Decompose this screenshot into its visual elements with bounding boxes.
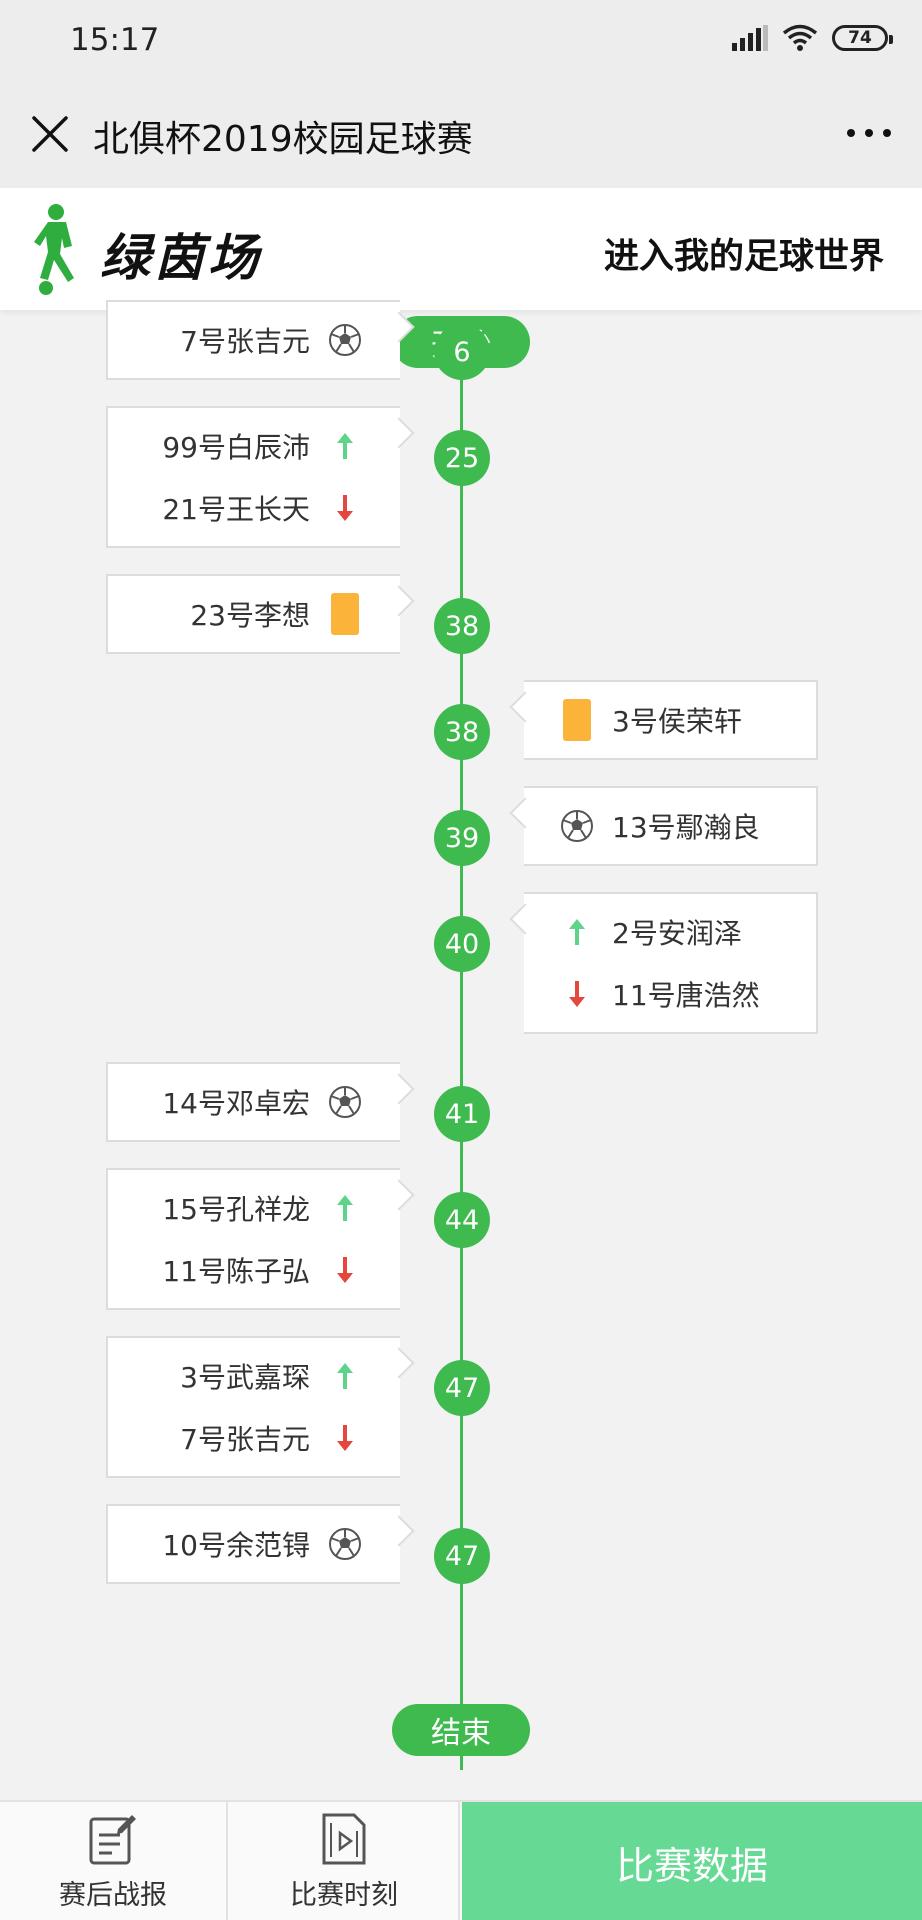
event-row: 15号孔祥龙 — [108, 1177, 400, 1239]
event-card[interactable]: 99号白辰沛 21号王长天 — [106, 406, 415, 548]
player-label: 2号安润泽 — [612, 917, 742, 950]
event-minute-badge: 39 — [434, 810, 490, 866]
player-label: 99号白辰沛 — [162, 431, 310, 464]
yellow-card-icon — [560, 699, 594, 741]
event-row: 2号安润泽 — [524, 901, 816, 963]
close-icon — [32, 116, 68, 152]
player-label: 7号张吉元 — [180, 325, 310, 358]
soccer-ball-icon — [328, 1527, 362, 1561]
event-minute-badge: 47 — [434, 1528, 490, 1584]
report-edit-icon — [89, 1815, 136, 1865]
signal-icon — [732, 25, 768, 51]
sub-in-arrow-icon — [560, 915, 594, 949]
event-minute-badge: 38 — [434, 704, 490, 760]
event-minute-badge: 41 — [434, 1086, 490, 1142]
event-row: 7号张吉元 — [108, 1407, 400, 1469]
match-moments-label: 比赛时刻 — [290, 1880, 398, 1911]
player-label: 3号侯荣轩 — [612, 705, 742, 738]
sub-in-arrow-icon — [328, 429, 362, 463]
timeline-end: 结束 — [392, 1704, 530, 1756]
brand-header: 绿茵场 进入我的足球世界 — [0, 188, 922, 310]
brand-slogan: 进入我的足球世界 — [603, 237, 884, 277]
soccer-ball-icon — [328, 1085, 362, 1119]
event-minute-badge: 6 — [434, 324, 490, 380]
event-row: 3号武嘉琛 — [108, 1345, 400, 1407]
match-data-button[interactable]: 比赛数据 — [462, 1802, 922, 1920]
more-button[interactable] — [844, 118, 894, 148]
battery-level: 74 — [848, 28, 872, 48]
yellow-card-icon — [328, 593, 362, 635]
soccer-ball-icon — [328, 323, 362, 357]
page-title: 北俱杯2019校园足球赛 — [93, 119, 473, 160]
soccer-ball-icon — [560, 809, 594, 843]
player-label: 15号孔祥龙 — [162, 1193, 310, 1226]
match-timeline: 开始 结束 67号张吉元2599号白辰沛21号王长天3823号李想383号侯荣轩… — [0, 300, 922, 1800]
event-card[interactable]: 23号李想 — [106, 574, 415, 654]
sub-out-arrow-icon — [560, 977, 594, 1011]
event-row: 14号邓卓宏 — [108, 1071, 400, 1133]
battery-indicator: 74 — [832, 25, 893, 51]
event-card[interactable]: 7号张吉元 — [106, 300, 415, 380]
brand-name: 绿茵场 — [100, 229, 262, 287]
wifi-icon — [782, 24, 818, 51]
event-row: 7号张吉元 — [108, 309, 400, 371]
event-row: 23号李想 — [108, 583, 400, 645]
event-row: 21号王长天 — [108, 477, 400, 539]
status-icons: 74 — [732, 24, 893, 52]
event-minute-badge: 38 — [434, 598, 490, 654]
close-button[interactable] — [28, 112, 72, 156]
post-match-report-label: 赛后战报 — [59, 1880, 167, 1911]
event-card[interactable]: 14号邓卓宏 — [106, 1062, 415, 1142]
player-label: 11号唐浩然 — [612, 979, 760, 1012]
player-label: 13号鄢瀚良 — [612, 811, 760, 844]
event-card[interactable]: 10号余范锝 — [106, 1504, 415, 1584]
event-row: 11号唐浩然 — [524, 963, 816, 1025]
video-file-icon — [322, 1813, 366, 1865]
event-row: 10号余范锝 — [108, 1513, 400, 1575]
sub-out-arrow-icon — [328, 491, 362, 525]
event-card[interactable]: 15号孔祥龙 11号陈子弘 — [106, 1168, 415, 1310]
player-label: 7号张吉元 — [180, 1423, 310, 1456]
sub-in-arrow-icon — [328, 1359, 362, 1393]
event-card[interactable]: 13号鄢瀚良 — [509, 786, 818, 866]
sub-in-arrow-icon — [328, 1191, 362, 1225]
event-minute-badge: 44 — [434, 1192, 490, 1248]
player-label: 10号余范锝 — [162, 1529, 310, 1562]
event-card[interactable]: 3号武嘉琛 7号张吉元 — [106, 1336, 415, 1478]
player-label: 21号王长天 — [162, 493, 310, 526]
player-label: 3号武嘉琛 — [180, 1361, 310, 1394]
event-row: 3号侯荣轩 — [524, 689, 816, 751]
match-moments-tab[interactable]: 比赛时刻 — [230, 1802, 460, 1920]
player-label: 11号陈子弘 — [162, 1255, 310, 1288]
event-row: 13号鄢瀚良 — [524, 795, 816, 857]
event-row: 99号白辰沛 — [108, 415, 400, 477]
sub-out-arrow-icon — [328, 1253, 362, 1287]
title-bar: 北俱杯2019校园足球赛 — [0, 84, 922, 188]
player-label: 23号李想 — [190, 599, 310, 632]
event-minute-badge: 47 — [434, 1360, 490, 1416]
player-label: 14号邓卓宏 — [162, 1087, 310, 1120]
event-card[interactable]: 3号侯荣轩 — [509, 680, 818, 760]
event-card[interactable]: 2号安润泽 11号唐浩然 — [509, 892, 818, 1034]
sub-out-arrow-icon — [328, 1421, 362, 1455]
player-logo-icon — [34, 204, 74, 295]
event-row: 11号陈子弘 — [108, 1239, 400, 1301]
status-bar: 15:17 74 — [0, 0, 922, 84]
bottom-nav: 赛后战报 比赛时刻 比赛数据 — [0, 1800, 922, 1920]
status-time: 15:17 — [70, 22, 160, 58]
event-minute-badge: 25 — [434, 430, 490, 486]
more-dots-icon — [847, 129, 891, 137]
event-minute-badge: 40 — [434, 916, 490, 972]
post-match-report-tab[interactable]: 赛后战报 — [0, 1802, 228, 1920]
